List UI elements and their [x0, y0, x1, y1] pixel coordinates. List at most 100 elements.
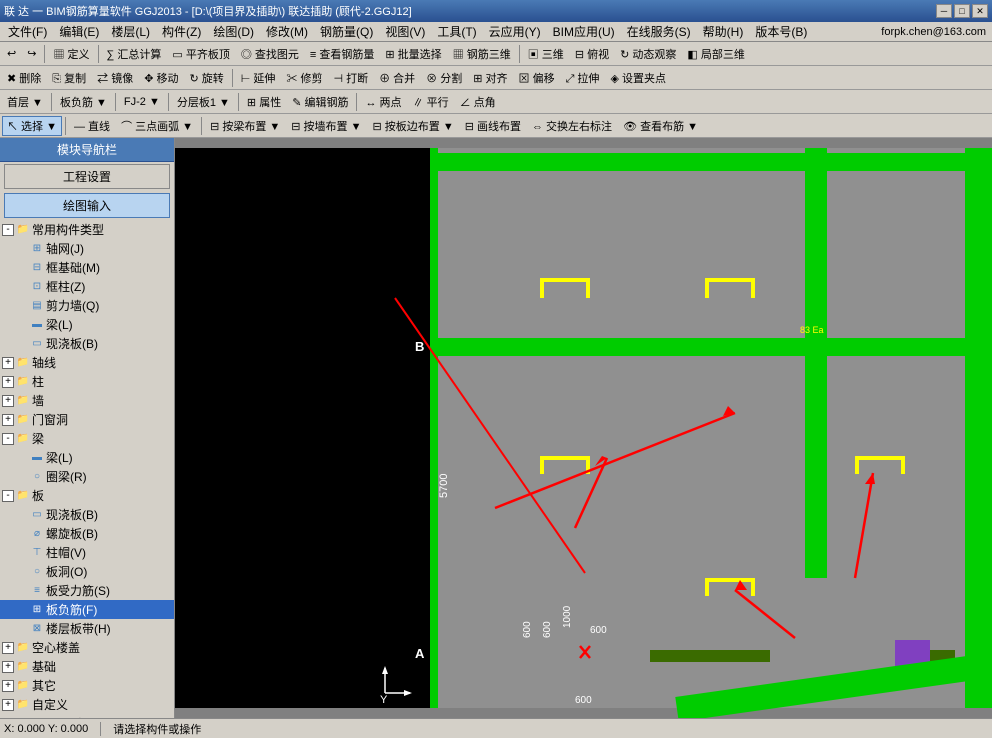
tree-slabhole[interactable]: ○ 板洞(O) — [0, 562, 174, 581]
tree-axisline[interactable]: + 📁 轴线 — [0, 353, 174, 372]
close-button[interactable]: ✕ — [972, 4, 988, 18]
menu-member[interactable]: 构件(Z) — [156, 22, 207, 41]
tree-floorband[interactable]: ⊠ 楼层板带(H) — [0, 619, 174, 638]
canvas-area[interactable]: B A 5700 600 600 1000 600 — [175, 138, 992, 718]
tree-toggle-other[interactable]: + — [2, 680, 14, 692]
tb-top[interactable]: ⊟ 俯视 — [570, 44, 614, 64]
menu-tools[interactable]: 工具(T) — [431, 22, 482, 41]
tb-point-angle[interactable]: ∠ 点角 — [455, 92, 501, 112]
tree-toggle-slab[interactable]: - — [2, 490, 14, 502]
tb-line[interactable]: — 直线 — [69, 116, 115, 136]
tree-beam-folder[interactable]: - 📁 梁 — [0, 429, 174, 448]
tb-batch[interactable]: ⊞ 批量选择 — [380, 44, 446, 64]
tb-offset[interactable]: ⊠ 偏移 — [514, 68, 560, 88]
tb-3drebar[interactable]: ▦ 钢筋三维 — [448, 44, 516, 64]
tree-wall-folder[interactable]: + 📁 墙 — [0, 391, 174, 410]
tb-viewrebar[interactable]: ≡ 查看钢筋量 — [305, 44, 379, 64]
menu-floor[interactable]: 楼层(L) — [105, 22, 156, 41]
tree-toggle-beam[interactable]: - — [2, 433, 14, 445]
tb-swap-mark[interactable]: ⇔ 交换左右标注 — [527, 116, 617, 136]
tree-toggle-hollow[interactable]: + — [2, 642, 14, 654]
tb-stretch[interactable]: ⤢ 拉伸 — [561, 68, 605, 88]
tree-toggle-custom[interactable]: + — [2, 699, 14, 711]
menu-version[interactable]: 版本号(B) — [749, 22, 813, 41]
tb-by-edge[interactable]: ⊟ 按板边布置 ▼ — [368, 116, 459, 136]
tree-toggle-wall[interactable]: + — [2, 395, 14, 407]
menu-online[interactable]: 在线服务(S) — [621, 22, 697, 41]
tb-view-rebar2[interactable]: 👁 查看布筋 ▼ — [618, 116, 703, 136]
tree-toggle-doorwin[interactable]: + — [2, 414, 14, 426]
tb-align[interactable]: ⊞ 对齐 — [468, 68, 512, 88]
menu-file[interactable]: 文件(F) — [2, 22, 53, 41]
tb-split[interactable]: ⊗ 分割 — [421, 68, 467, 88]
tree-toggle-axis[interactable]: + — [2, 357, 14, 369]
layer-select[interactable]: 分层板1 ▼ — [172, 92, 235, 112]
tb-calc[interactable]: ∑ 汇总计算 — [102, 44, 167, 64]
tb-undo[interactable]: ↩ — [2, 44, 21, 64]
tree-spiral[interactable]: ⌀ 螺旋板(B) — [0, 524, 174, 543]
tree-column[interactable]: ⊡ 框柱(Z) — [0, 277, 174, 296]
fj-select[interactable]: FJ-2 ▼ — [119, 92, 165, 112]
tree-toggle-col[interactable]: + — [2, 376, 14, 388]
tb-orbit[interactable]: ↻ 动态观察 — [615, 44, 681, 64]
tb-by-beam[interactable]: ⊟ 按梁布置 ▼ — [205, 116, 285, 136]
tb-setgrip[interactable]: ◈ 设置夹点 — [605, 68, 671, 88]
tb-edit-rebar[interactable]: ✎ 编辑钢筋 — [287, 92, 353, 112]
tb-two-point[interactable]: ↔ 两点 — [360, 92, 406, 112]
tree-slab-folder[interactable]: - 📁 板 — [0, 486, 174, 505]
tree-toggle-base[interactable]: + — [2, 661, 14, 673]
menu-help[interactable]: 帮助(H) — [697, 22, 750, 41]
tree-axis[interactable]: ⊞ 轴网(J) — [0, 239, 174, 258]
tree-shearwall[interactable]: ▤ 剪力墙(Q) — [0, 296, 174, 315]
tree-foundation[interactable]: ⊟ 框基础(M) — [0, 258, 174, 277]
tb-property[interactable]: ⊞ 属性 — [242, 92, 286, 112]
tree-ringbeam[interactable]: ○ 圈梁(R) — [0, 467, 174, 486]
tb-by-wall[interactable]: ⊟ 按墙布置 ▼ — [286, 116, 366, 136]
tb-mirror[interactable]: ⇄ 镜像 — [92, 68, 138, 88]
menu-draw[interactable]: 绘图(D) — [207, 22, 260, 41]
tree-castslab2[interactable]: ▭ 现浇板(B) — [0, 505, 174, 524]
minimize-button[interactable]: ─ — [936, 4, 952, 18]
tb-move[interactable]: ✥ 移动 — [139, 68, 183, 88]
menu-modify[interactable]: 修改(M) — [260, 22, 314, 41]
floor-select[interactable]: 首层 ▼ — [2, 92, 48, 112]
tree-other[interactable]: + 📁 其它 — [0, 676, 174, 695]
menu-cloud[interactable]: 云应用(Y) — [483, 22, 547, 41]
nav-project-settings[interactable]: 工程设置 — [4, 164, 170, 189]
menu-edit[interactable]: 编辑(E) — [53, 22, 105, 41]
tb-redo[interactable]: ↪ — [22, 44, 41, 64]
tb-copy[interactable]: ⎘ 复制 — [47, 68, 91, 88]
tree-hollow[interactable]: + 📁 空心楼盖 — [0, 638, 174, 657]
tree-col-folder[interactable]: + 📁 柱 — [0, 372, 174, 391]
tree-beam-l[interactable]: ▬ 梁(L) — [0, 448, 174, 467]
tree-cad[interactable]: + 📁 CAD识别 NEW — [0, 714, 174, 718]
tree-neg-rebar[interactable]: ⊞ 板负筋(F) — [0, 600, 174, 619]
menu-view[interactable]: 视图(V) — [379, 22, 431, 41]
tb-arc[interactable]: ⌒ 三点画弧 ▼ — [116, 116, 198, 136]
tree-castslab[interactable]: ▭ 现浇板(B) — [0, 334, 174, 353]
tb-by-line[interactable]: ⊟ 画线布置 — [460, 116, 526, 136]
tree-toggle-common[interactable]: - — [2, 224, 14, 236]
tb-find[interactable]: ◎ 查找图元 — [236, 44, 304, 64]
tb-trim[interactable]: ✂ 修剪 — [281, 68, 327, 88]
tb-select[interactable]: ↖ 选择 ▼ — [2, 116, 62, 136]
tb-rotate[interactable]: ↻ 旋转 — [184, 68, 228, 88]
tb-parallel[interactable]: ∥ 平行 — [408, 92, 454, 112]
tb-delete[interactable]: ✖ 删除 — [2, 68, 46, 88]
tree-base[interactable]: + 📁 基础 — [0, 657, 174, 676]
maximize-button[interactable]: □ — [954, 4, 970, 18]
tree-doorwin-folder[interactable]: + 📁 门窗洞 — [0, 410, 174, 429]
tb-break[interactable]: ⊣ 打断 — [328, 68, 373, 88]
menu-rebar[interactable]: 钢筋量(Q) — [314, 22, 379, 41]
tree-common-types[interactable]: - 📁 常用构件类型 — [0, 220, 174, 239]
nav-draw-input[interactable]: 绘图输入 — [4, 193, 170, 218]
tb-partial3d[interactable]: ◧ 局部三维 — [682, 44, 749, 64]
tb-flat[interactable]: ▭ 平齐板顶 — [167, 44, 234, 64]
menu-bim[interactable]: BIM应用(U) — [547, 22, 621, 41]
tb-define[interactable]: ▦ 定义 — [48, 44, 94, 64]
tb-merge[interactable]: ⊕ 合并 — [374, 68, 420, 88]
tree-beam[interactable]: ▬ 梁(L) — [0, 315, 174, 334]
member-select[interactable]: 板负筋 ▼ — [55, 92, 112, 112]
tree-slabrebar[interactable]: ≡ 板受力筋(S) — [0, 581, 174, 600]
tb-3d[interactable]: ▣ 三维 — [523, 44, 569, 64]
